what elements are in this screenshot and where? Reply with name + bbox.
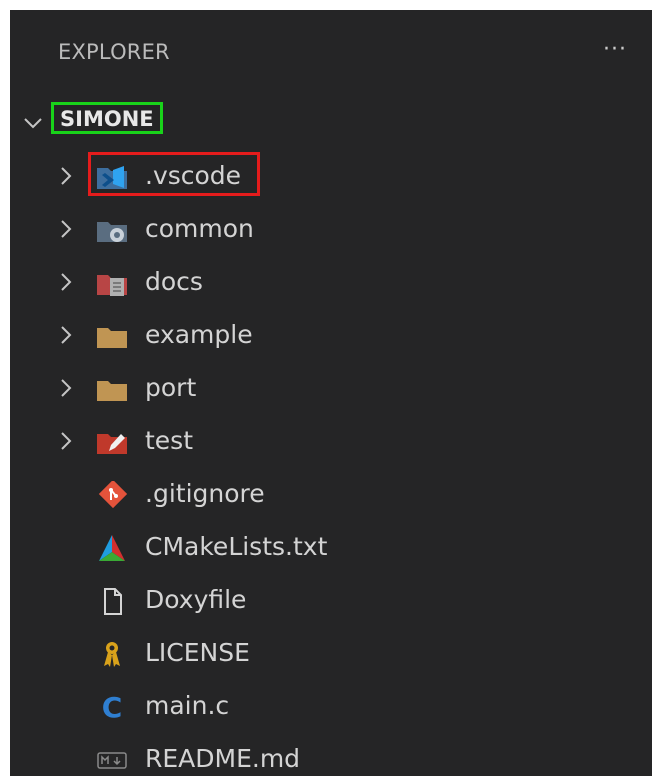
chevron-right-icon[interactable]	[58, 218, 74, 240]
common-folder-icon	[97, 222, 127, 242]
tree-item-label: port	[145, 373, 197, 402]
file-icon	[104, 588, 122, 615]
c-file-icon: C	[102, 693, 123, 721]
tree-item-docs[interactable]: docs	[10, 256, 652, 308]
tree-item-doxyfile[interactable]: Doxyfile	[10, 574, 652, 626]
tree-item-label: CMakeLists.txt	[145, 532, 328, 561]
explorer-header: EXPLORER ···	[10, 10, 652, 96]
tree-item-label: .gitignore	[145, 479, 265, 508]
test-folder-icon	[97, 434, 127, 454]
tree-item-label: README.md	[145, 744, 301, 773]
tree-item-license[interactable]: LICENSE	[10, 627, 652, 679]
tree-item-readme[interactable]: README.md	[10, 733, 652, 776]
selection-highlight	[88, 152, 260, 196]
license-icon	[104, 642, 120, 667]
chevron-right-icon[interactable]	[58, 430, 74, 452]
tree-item-cmakelists[interactable]: CMakeLists.txt	[10, 521, 652, 573]
tree-item-label: LICENSE	[145, 638, 250, 667]
chevron-right-icon[interactable]	[58, 271, 74, 293]
folder-icon	[97, 328, 127, 348]
tree-item-test[interactable]: test	[10, 415, 652, 467]
workspace-root-label: SIMONE	[51, 102, 163, 134]
tree-item-gitignore[interactable]: .gitignore	[10, 468, 652, 520]
tree-item-label: docs	[145, 267, 203, 296]
tree-item-label: common	[145, 214, 254, 243]
docs-folder-icon	[97, 275, 127, 296]
chevron-right-icon[interactable]	[58, 324, 74, 346]
tree-item-main-c[interactable]: C main.c	[10, 680, 652, 732]
folder-icon	[97, 381, 127, 401]
explorer-title: EXPLORER	[58, 40, 170, 64]
svg-text:C: C	[102, 693, 123, 721]
explorer-panel: EXPLORER ··· SIMONE .vscode common docs …	[10, 10, 652, 776]
workspace-root[interactable]: SIMONE	[10, 102, 652, 146]
tree-item-label: example	[145, 320, 253, 349]
tree-item-label: main.c	[145, 691, 230, 720]
git-icon	[98, 481, 128, 509]
more-actions-icon[interactable]: ···	[598, 38, 632, 62]
chevron-right-icon[interactable]	[58, 165, 74, 187]
tree-item-common[interactable]: common	[10, 203, 652, 255]
chevron-right-icon[interactable]	[58, 377, 74, 399]
tree-item-vscode[interactable]: .vscode	[10, 150, 652, 202]
tree-item-port[interactable]: port	[10, 362, 652, 414]
cmake-icon	[99, 535, 125, 561]
tree-item-label: Doxyfile	[145, 585, 247, 614]
chevron-down-icon[interactable]	[22, 112, 44, 134]
tree-item-example[interactable]: example	[10, 309, 652, 361]
markdown-icon	[97, 752, 127, 769]
tree-item-label: test	[145, 426, 194, 455]
